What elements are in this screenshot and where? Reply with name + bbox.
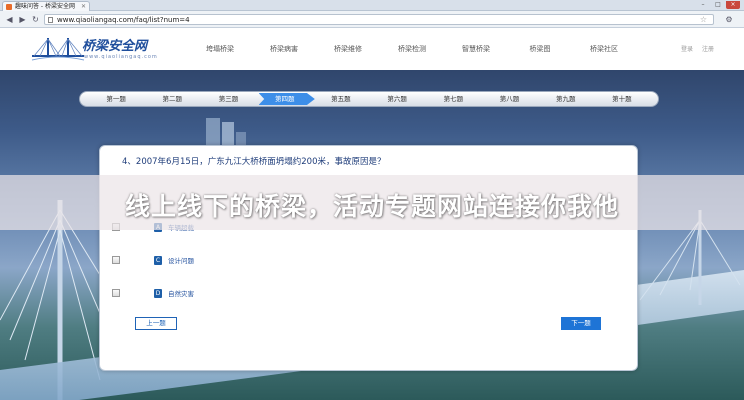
step-label: 第三题 <box>218 95 239 103</box>
step-6[interactable]: 第六题 <box>369 92 425 106</box>
option-d[interactable]: D 自然灾害 <box>112 288 194 298</box>
step-2[interactable]: 第二题 <box>144 92 200 106</box>
step-7[interactable]: 第七题 <box>425 92 481 106</box>
nav-item-smart[interactable]: 智慧桥梁 <box>444 44 508 54</box>
page-icon <box>48 17 53 23</box>
option-label: 自然灾害 <box>168 290 194 298</box>
step-label: 第六题 <box>387 95 407 103</box>
maximize-button[interactable]: □ <box>711 1 725 9</box>
nav-item-repair[interactable]: 桥梁维修 <box>316 44 380 54</box>
register-link[interactable]: 注册 <box>702 44 714 53</box>
step-4-active[interactable]: 第四题 <box>257 92 313 106</box>
window-controls: – □ × <box>696 1 740 9</box>
step-label: 第八题 <box>499 95 520 103</box>
step-label: 第七题 <box>443 95 464 103</box>
step-label: 第一题 <box>106 95 126 103</box>
favicon-icon <box>6 4 12 10</box>
address-bar-row: ◀ ▶ ↻ www.qiaoliangaq.com/faq/list?num=4… <box>0 11 744 28</box>
step-label: 第二题 <box>162 95 183 103</box>
step-label: 第四题 <box>274 95 295 103</box>
banner-text: 线上线下的桥梁，活动专题网站连接你我他 <box>124 192 619 221</box>
option-letter-icon: C <box>154 255 162 265</box>
back-icon[interactable]: ◀ <box>4 14 15 25</box>
bookmark-star-icon[interactable]: ☆ <box>700 15 707 25</box>
option-checkbox[interactable] <box>112 256 120 264</box>
step-3[interactable]: 第三题 <box>200 92 256 106</box>
next-question-button[interactable]: 下一题 <box>561 317 601 330</box>
option-letter-icon: D <box>154 288 162 298</box>
option-c[interactable]: C 设计问题 <box>112 255 194 265</box>
logo-url: www.qiaoliangaq.com <box>84 54 158 60</box>
minimize-button[interactable]: – <box>696 1 710 9</box>
forward-icon[interactable]: ▶ <box>17 14 28 25</box>
prev-question-button[interactable]: 上一题 <box>135 317 177 330</box>
browser-tab[interactable]: 趣味问答 - 桥梁安全网 ✕ <box>2 1 90 11</box>
nav-item-inspection[interactable]: 桥梁检测 <box>380 44 444 54</box>
bridge-logo-icon <box>31 38 85 61</box>
option-label: 设计问题 <box>168 257 194 265</box>
tab-close-icon[interactable]: ✕ <box>81 2 86 11</box>
question-text: 4、2007年6月15日，广东九江大桥桥面坍塌约200米，事故原因是？ <box>122 157 386 167</box>
nav-item-collapsed[interactable]: 垮塌桥梁 <box>188 44 252 54</box>
tab-title: 趣味问答 - 桥梁安全网 <box>15 3 75 10</box>
step-10[interactable]: 第十题 <box>594 92 650 106</box>
logo-text: 桥梁安全网 <box>82 39 148 54</box>
nav-item-gallery[interactable]: 桥梁图 <box>508 44 572 54</box>
site-header: 桥梁安全网 www.qiaoliangaq.com 垮塌桥梁 桥梁病害 桥梁维修… <box>0 28 744 70</box>
url-text: www.qiaoliangaq.com/faq/list?num=4 <box>57 16 190 24</box>
question-step-bar: 第一题 第二题 第三题 第四题 第五题 第六题 第七题 第八题 第九题 第十题 <box>79 91 659 107</box>
step-label: 第十题 <box>612 95 632 103</box>
option-checkbox[interactable] <box>112 289 120 297</box>
step-5[interactable]: 第五题 <box>313 92 369 106</box>
step-8[interactable]: 第八题 <box>481 92 537 106</box>
site-logo[interactable]: 桥梁安全网 www.qiaoliangaq.com <box>30 32 190 66</box>
nav-item-community[interactable]: 桥梁社区 <box>572 44 636 54</box>
nav-item-defects[interactable]: 桥梁病害 <box>252 44 316 54</box>
reload-icon[interactable]: ↻ <box>30 14 41 25</box>
main-nav: 垮塌桥梁 桥梁病害 桥梁维修 桥梁检测 智慧桥梁 桥梁图 桥梁社区 <box>188 44 636 54</box>
step-1[interactable]: 第一题 <box>88 92 144 106</box>
step-label: 第五题 <box>331 95 351 103</box>
browser-tab-bar: 趣味问答 - 桥梁安全网 ✕ – □ × <box>0 0 744 11</box>
step-label: 第九题 <box>555 95 576 103</box>
step-9[interactable]: 第九题 <box>538 92 594 106</box>
watermark-banner: 线上线下的桥梁，活动专题网站连接你我他 <box>0 175 744 230</box>
login-link[interactable]: 登录 <box>681 44 693 53</box>
url-input[interactable]: www.qiaoliangaq.com/faq/list?num=4 ☆ <box>44 14 714 25</box>
account-links: 登录 注册 <box>681 44 714 53</box>
wrench-icon[interactable]: ⚙ <box>722 14 736 25</box>
close-window-button[interactable]: × <box>726 1 740 9</box>
